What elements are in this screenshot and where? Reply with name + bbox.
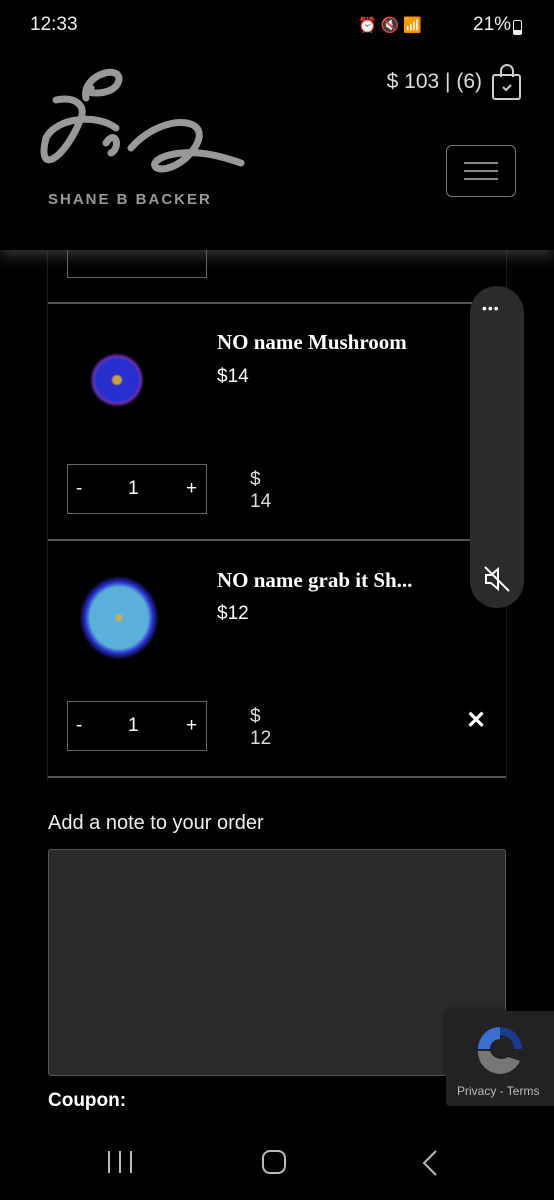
quantity-stepper: - 1 + bbox=[67, 464, 207, 514]
product-image[interactable] bbox=[65, 565, 169, 675]
recaptcha-badge: Privacy - Terms bbox=[446, 1011, 554, 1106]
cart-summary[interactable]: $ 103 | (6) bbox=[387, 70, 482, 94]
divider bbox=[48, 302, 506, 304]
quantity-stepper: - 1 + bbox=[67, 701, 207, 751]
home-button[interactable] bbox=[262, 1150, 286, 1174]
recaptcha-links[interactable]: Privacy - Terms bbox=[457, 1084, 539, 1098]
product-price: $14 bbox=[217, 366, 249, 387]
hamburger-menu-button[interactable] bbox=[446, 145, 516, 197]
shopping-bag-icon[interactable] bbox=[491, 63, 523, 101]
product-name[interactable]: NO name Mushroom bbox=[217, 330, 407, 355]
status-icons: ⏰🔇📶 bbox=[358, 17, 427, 34]
status-time: 12:33 bbox=[30, 14, 78, 35]
line-total: $ 12 bbox=[250, 706, 272, 749]
recaptcha-icon bbox=[477, 1027, 522, 1074]
floating-volume-panel: ••• bbox=[470, 286, 524, 608]
decrease-button[interactable]: - bbox=[76, 715, 82, 737]
order-note-input[interactable] bbox=[48, 849, 506, 1076]
increase-button[interactable]: + bbox=[186, 715, 197, 737]
logo-text: SHANE B BACKER bbox=[48, 191, 212, 208]
divider bbox=[48, 539, 506, 541]
remove-item-button[interactable]: ✕ bbox=[466, 706, 486, 735]
battery-level: 21% bbox=[473, 14, 512, 35]
mute-icon[interactable] bbox=[483, 565, 511, 593]
site-header: 12:33 ⏰🔇📶 21% SHANE B BACKER $ 103 | (6) bbox=[0, 0, 554, 250]
divider bbox=[48, 776, 506, 778]
quantity-value[interactable]: 1 bbox=[128, 715, 139, 737]
logo-monogram[interactable] bbox=[36, 58, 246, 188]
product-image[interactable] bbox=[65, 325, 169, 435]
more-options-button[interactable]: ••• bbox=[482, 300, 500, 316]
coupon-label: Coupon: bbox=[48, 1090, 127, 1111]
quantity-value[interactable]: 1 bbox=[128, 478, 139, 500]
product-name[interactable]: NO name grab it Sh... bbox=[217, 568, 412, 593]
system-navigation-bar bbox=[0, 1125, 554, 1200]
decrease-button[interactable]: - bbox=[76, 478, 82, 500]
recent-apps-button[interactable] bbox=[108, 1151, 132, 1173]
battery-icon bbox=[513, 20, 522, 35]
back-button[interactable] bbox=[420, 1149, 440, 1177]
increase-button[interactable]: + bbox=[186, 478, 197, 500]
line-total: $ 14 bbox=[250, 469, 272, 512]
product-price: $12 bbox=[217, 603, 249, 624]
order-note-label: Add a note to your order bbox=[48, 812, 264, 834]
cart-border-left bbox=[47, 250, 48, 780]
